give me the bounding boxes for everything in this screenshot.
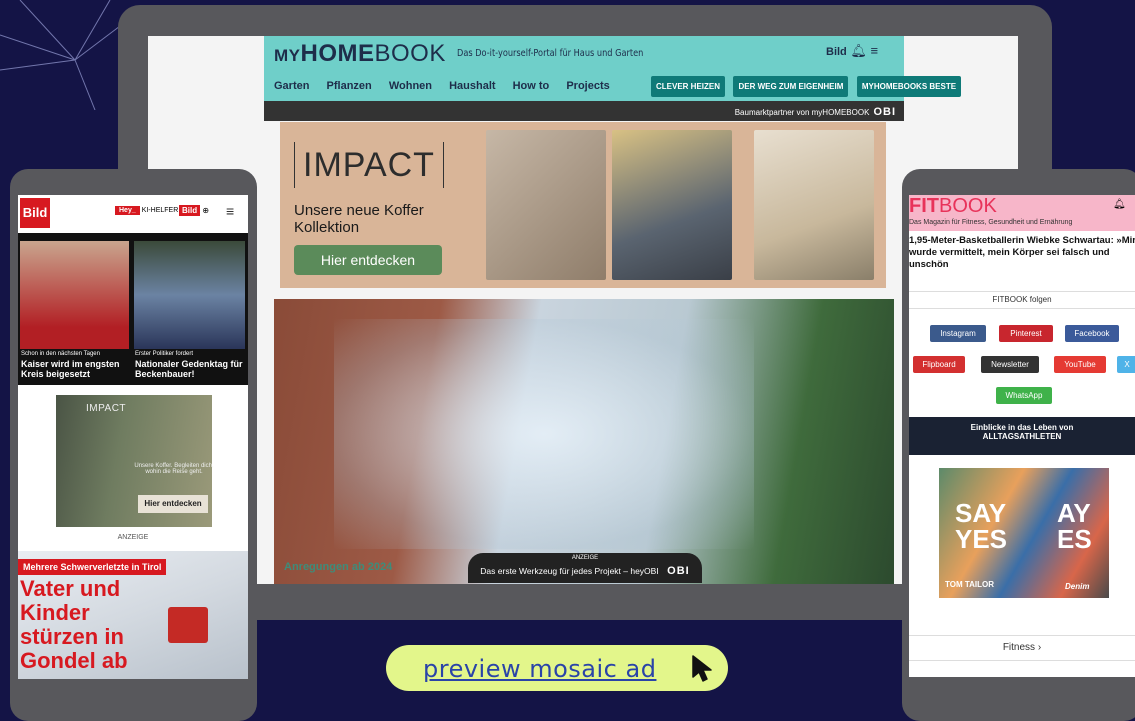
suitcase-photo — [486, 130, 606, 280]
impact-ad-title: Unsere neue Koffer Kollektion — [294, 202, 424, 236]
nav-item-pflanzen[interactable]: Pflanzen — [327, 80, 372, 92]
ad-slogan: AY ES — [1057, 498, 1092, 554]
article-headline[interactable]: 1,95-Meter-Basketballerin Wiebke Schwart… — [909, 235, 1135, 271]
impact-cta-button[interactable]: Hier entdecken — [294, 245, 442, 275]
packing-photo — [612, 130, 732, 280]
obi-logo: OBI — [667, 565, 690, 577]
news-headline[interactable]: Nationaler Gedenktag für Beckenbauer! — [135, 359, 245, 379]
cursor-icon — [692, 655, 712, 682]
impact-logo: IMPACT — [294, 142, 444, 188]
nav-item-haushalt[interactable]: Haushalt — [449, 80, 495, 92]
myhomebook-header-icons: Bild 🔔︎ ≡ — [826, 43, 878, 59]
bell-icon[interactable]: 🔔︎ — [1113, 199, 1126, 210]
ad-label: ANZEIGE — [117, 534, 149, 541]
partner-text: Baumarktpartner von myHOMEBOOK — [734, 108, 870, 117]
facebook-button[interactable]: Facebook — [1065, 325, 1119, 342]
gondola-image — [168, 607, 208, 643]
banner-title: Einblicke in das Leben von ALLTAGSATHLET… — [970, 423, 1074, 441]
follow-label: FITBOOK folgen — [909, 291, 1135, 309]
hero-label[interactable]: Anregungen ab 2024 — [284, 561, 392, 573]
fitness-section-link[interactable]: Fitness › — [909, 635, 1135, 661]
partner-bar: Baumarktpartner von myHOMEBOOK OBI — [264, 101, 904, 121]
alltagsathleten-banner[interactable]: Einblicke in das Leben von ALLTAGSATHLET… — [909, 417, 1135, 455]
news-kicker: Erster Politiker fordert — [135, 351, 194, 357]
news-image[interactable] — [20, 241, 129, 349]
obi-logo[interactable]: OBI — [873, 106, 896, 118]
menu-icon[interactable]: ≡ — [226, 203, 234, 219]
impact-logo: IMPACT — [86, 403, 127, 414]
menu-icon[interactable]: ≡ — [871, 43, 879, 58]
myhomebook-logo[interactable]: MYHOMEBOOK — [274, 40, 446, 68]
obi-ad-pill[interactable]: ANZEIGE Das erste Werkzeug für jedes Pro… — [468, 553, 702, 583]
flipboard-button[interactable]: Flipboard — [913, 356, 965, 373]
ad-badge: ANZEIGE — [571, 555, 599, 561]
nav-item-projects[interactable]: Projects — [566, 80, 609, 92]
cube-ad[interactable]: IMPACT Unsere Koffer. Begleiten dich, wo… — [56, 395, 214, 527]
story-headline[interactable]: Vater und Kinder stürzen in Gondel ab — [20, 577, 150, 673]
cube-ad-cta[interactable]: Hier entdecken — [138, 495, 208, 513]
plus-icon: ⊕ — [202, 206, 210, 215]
hey-ki-helfer[interactable]: Hey_ KI-HELFER — [115, 206, 178, 215]
pinterest-button[interactable]: Pinterest — [999, 325, 1053, 342]
eigenheim-button[interactable]: DER WEG ZUM EIGENHEIM — [733, 76, 849, 97]
plastic-bottles-image — [334, 319, 754, 549]
laptop-base — [256, 583, 898, 619]
news-teasers: Schon in den nächsten Tagen Kaiser wird … — [18, 233, 248, 385]
myhomebook-tagline: Das Do-it-yourself-Portal für Haus und G… — [457, 48, 644, 59]
fitbook-logo[interactable]: FITBOOK — [909, 195, 997, 218]
myhomebooks-beste-button[interactable]: MYHOMEBOOKS BESTE — [856, 76, 962, 97]
news-image[interactable] — [134, 241, 245, 349]
tom-tailor-ad[interactable]: SAY YES AY ES TOM TAILOR Denim — [939, 468, 1109, 598]
armchair-photo — [754, 130, 874, 280]
ad-brand: TOM TAILOR — [945, 580, 995, 589]
ad-slogan: SAY YES — [955, 498, 1008, 554]
preview-label[interactable]: preview mosaic ad — [423, 655, 656, 683]
hero-image[interactable]: Anregungen ab 2024 ANZEIGE Das erste Wer… — [274, 299, 894, 584]
myhomebook-header: MYHOMEBOOK Das Do-it-yourself-Portal für… — [264, 36, 962, 101]
myhomebook-nav: Garten Pflanzen Wohnen Haushalt How to P… — [274, 80, 624, 92]
impact-ad-banner[interactable]: IMPACT Unsere neue Koffer Kollektion Hie… — [280, 122, 886, 288]
tablet-screen: FITBOOK Das Magazin für Fitness, Gesundh… — [909, 195, 1135, 677]
myhomebook-topic-buttons: CLEVER HEIZEN DER WEG ZUM EIGENHEIM MYHO… — [647, 76, 962, 97]
newsletter-button[interactable]: Newsletter — [981, 356, 1039, 373]
bild-badge[interactable]: Bild — [826, 46, 847, 58]
network-decoration — [0, 0, 129, 110]
nav-item-garten[interactable]: Garten — [274, 80, 309, 92]
news-headline[interactable]: Kaiser wird im engsten Kreis beigesetzt — [21, 359, 129, 379]
laptop-screen: MYHOMEBOOK Das Do-it-yourself-Portal für… — [148, 36, 1018, 584]
youtube-button[interactable]: YouTube — [1054, 356, 1106, 373]
ad-brand: Denim — [1065, 582, 1090, 591]
nav-item-how-to[interactable]: How to — [513, 80, 550, 92]
news-kicker: Schon in den nächsten Tagen — [21, 351, 100, 357]
instagram-button[interactable]: Instagram — [930, 325, 986, 342]
x-button[interactable]: X — [1117, 356, 1135, 373]
story-teaser[interactable]: Mehrere Schwerverletzte in Tirol Vater u… — [18, 551, 248, 679]
cube-ad-text: Unsere Koffer. Begleiten dich, wohin die… — [134, 463, 214, 475]
bild-logo[interactable]: Bild — [20, 198, 50, 228]
obi-ad-text: Das erste Werkzeug für jedes Projekt – h… — [480, 566, 659, 576]
story-kicker: Mehrere Schwerverletzte in Tirol — [18, 559, 167, 575]
nav-item-wohnen[interactable]: Wohnen — [389, 80, 432, 92]
fitbook-subtitle: Das Magazin für Fitness, Gesundheit und … — [909, 219, 1073, 226]
bell-icon[interactable]: 🔔︎ — [850, 43, 867, 58]
phone-screen: Bild Hey_ KI-HELFER Bild ⊕ ≡ Schon in de… — [18, 195, 248, 679]
clever-heizen-button[interactable]: CLEVER HEIZEN — [651, 76, 726, 97]
fitbook-header: FITBOOK Das Magazin für Fitness, Gesundh… — [909, 195, 1135, 231]
bild-plus-badge[interactable]: Bild ⊕ — [179, 205, 210, 216]
preview-mosaic-ad-button[interactable]: preview mosaic ad — [386, 645, 728, 691]
whatsapp-button[interactable]: WhatsApp — [996, 387, 1052, 404]
